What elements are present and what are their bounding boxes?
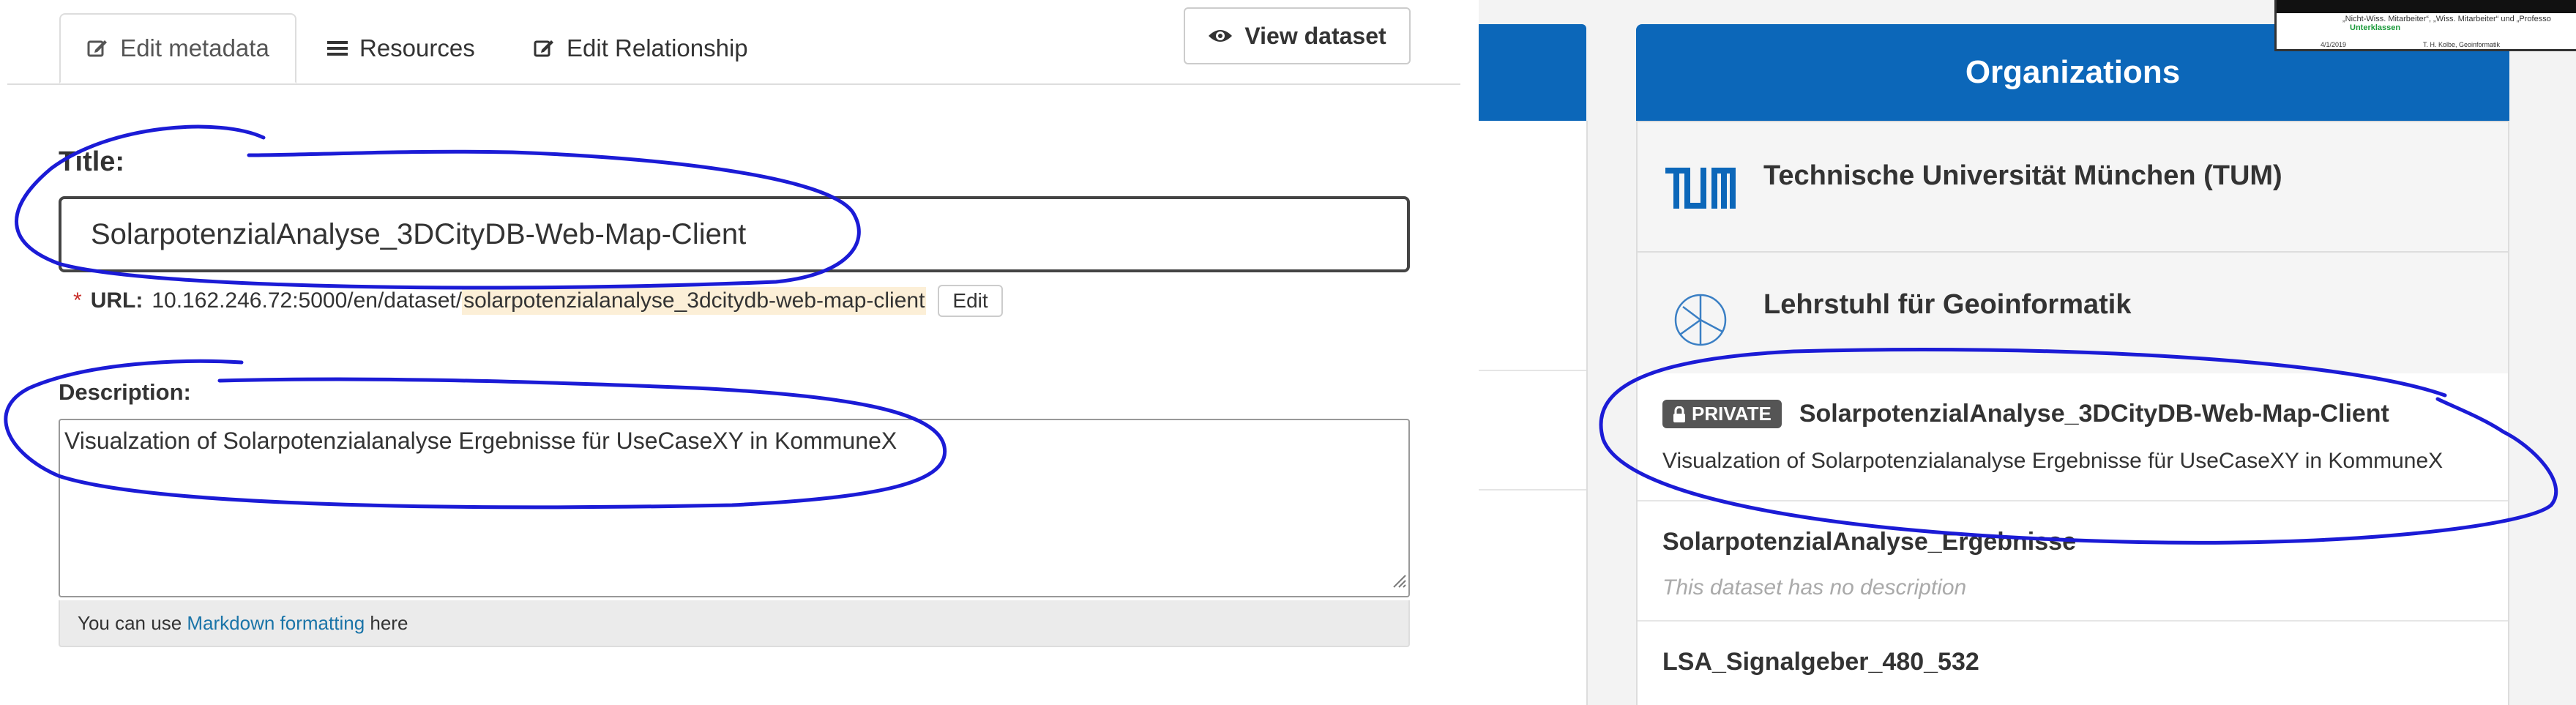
dataset-item[interactable]: LSA_Signalgeber_480_532 bbox=[1638, 622, 2508, 705]
url-slug: solarpotenzialanalyse_3dcitydb-web-map-c… bbox=[462, 287, 927, 315]
help-prefix: You can use bbox=[78, 611, 187, 634]
private-badge: PRIVATE bbox=[1662, 400, 1782, 428]
partial-card-divider bbox=[1479, 489, 1586, 490]
eye-icon bbox=[1208, 28, 1233, 44]
organization-item-lehrstuhl[interactable]: Lehrstuhl für Geoinformatik bbox=[1636, 253, 2509, 375]
thumbnail-text-line: „Nicht-Wiss. Mitarbeiter“, „Wiss. Mitarb… bbox=[2342, 15, 2551, 23]
dataset-title[interactable]: LSA_Signalgeber_480_532 bbox=[1662, 648, 1979, 676]
dataset-no-description: This dataset has no description bbox=[1662, 575, 1967, 600]
title-input[interactable]: SolarpotenzialAnalyse_3DCityDB-Web-Map-C… bbox=[59, 196, 1410, 272]
list-icon bbox=[327, 40, 348, 57]
thumbnail-footer-left: 4/1/2019 bbox=[2321, 41, 2347, 48]
thumbnail-top-bar bbox=[2277, 0, 2576, 13]
organization-item-tum[interactable]: Technische Universität München (TUM) bbox=[1636, 121, 2509, 253]
dataset-list: PRIVATE SolarpotenzialAnalyse_3DCityDB-W… bbox=[1636, 373, 2509, 705]
required-marker: * bbox=[73, 288, 82, 313]
tabs-baseline bbox=[7, 83, 1460, 85]
geoinformatik-logo-icon bbox=[1671, 291, 1730, 353]
slide-thumbnail: „Nicht-Wiss. Mitarbeiter“, „Wiss. Mitarb… bbox=[2274, 0, 2576, 51]
url-label: URL: bbox=[90, 288, 143, 313]
description-value: Visualzation of Solarpotenzialanalyse Er… bbox=[64, 428, 897, 454]
dataset-description: Visualzation of Solarpotenzialanalyse Er… bbox=[1662, 449, 2444, 473]
tab-edit-metadata[interactable]: Edit metadata bbox=[59, 13, 296, 83]
title-label: Title: bbox=[59, 146, 125, 177]
edit-icon bbox=[533, 37, 555, 59]
tab-edit-relationship[interactable]: Edit Relationship bbox=[533, 13, 748, 83]
url-prefix: 10.162.246.72:5000/en/dataset/ bbox=[152, 288, 463, 313]
description-textarea[interactable]: Visualzation of Solarpotenzialanalyse Er… bbox=[59, 419, 1410, 597]
view-dataset-label: View dataset bbox=[1244, 22, 1386, 49]
help-suffix: here bbox=[365, 611, 408, 634]
dataset-item[interactable]: PRIVATE SolarpotenzialAnalyse_3DCityDB-W… bbox=[1638, 373, 2508, 501]
partial-card-divider bbox=[1479, 370, 1586, 371]
tum-logo-icon bbox=[1665, 168, 1736, 212]
tab-label: Edit metadata bbox=[120, 34, 269, 61]
resize-handle-icon[interactable] bbox=[1391, 567, 1407, 594]
edit-icon bbox=[86, 37, 108, 59]
private-badge-label: PRIVATE bbox=[1692, 403, 1772, 425]
partial-card-header bbox=[1479, 24, 1586, 121]
markdown-help: You can use Markdown formatting here bbox=[59, 600, 1410, 647]
thumbnail-footer-right: T. H. Kolbe, Geoinformatik bbox=[2423, 41, 2501, 48]
dataset-item[interactable]: SolarpotenzialAnalyse_Ergebnisse This da… bbox=[1638, 501, 2508, 622]
view-dataset-button[interactable]: View dataset bbox=[1184, 7, 1411, 64]
tab-resources[interactable]: Resources bbox=[327, 13, 475, 83]
tab-label: Resources bbox=[359, 34, 475, 61]
tab-label: Edit Relationship bbox=[567, 34, 748, 61]
title-input-value: SolarpotenzialAnalyse_3DCityDB-Web-Map-C… bbox=[91, 217, 747, 250]
markdown-link[interactable]: Markdown formatting bbox=[187, 612, 365, 635]
thumbnail-text-line: Unterklassen bbox=[2350, 23, 2401, 32]
description-label: Description: bbox=[59, 379, 191, 405]
dataset-title[interactable]: SolarpotenzialAnalyse_Ergebnisse bbox=[1662, 528, 2076, 556]
organization-name: Technische Universität München (TUM) bbox=[1763, 160, 2282, 191]
url-edit-button[interactable]: Edit bbox=[938, 285, 1003, 317]
url-row: * URL: 10.162.246.72:5000/en/dataset/sol… bbox=[73, 284, 1003, 318]
partial-card-body bbox=[1479, 121, 1588, 705]
lock-icon bbox=[1673, 406, 1686, 422]
dataset-title[interactable]: SolarpotenzialAnalyse_3DCityDB-Web-Map-C… bbox=[1799, 400, 2389, 428]
organization-name: Lehrstuhl für Geoinformatik bbox=[1763, 289, 2132, 320]
